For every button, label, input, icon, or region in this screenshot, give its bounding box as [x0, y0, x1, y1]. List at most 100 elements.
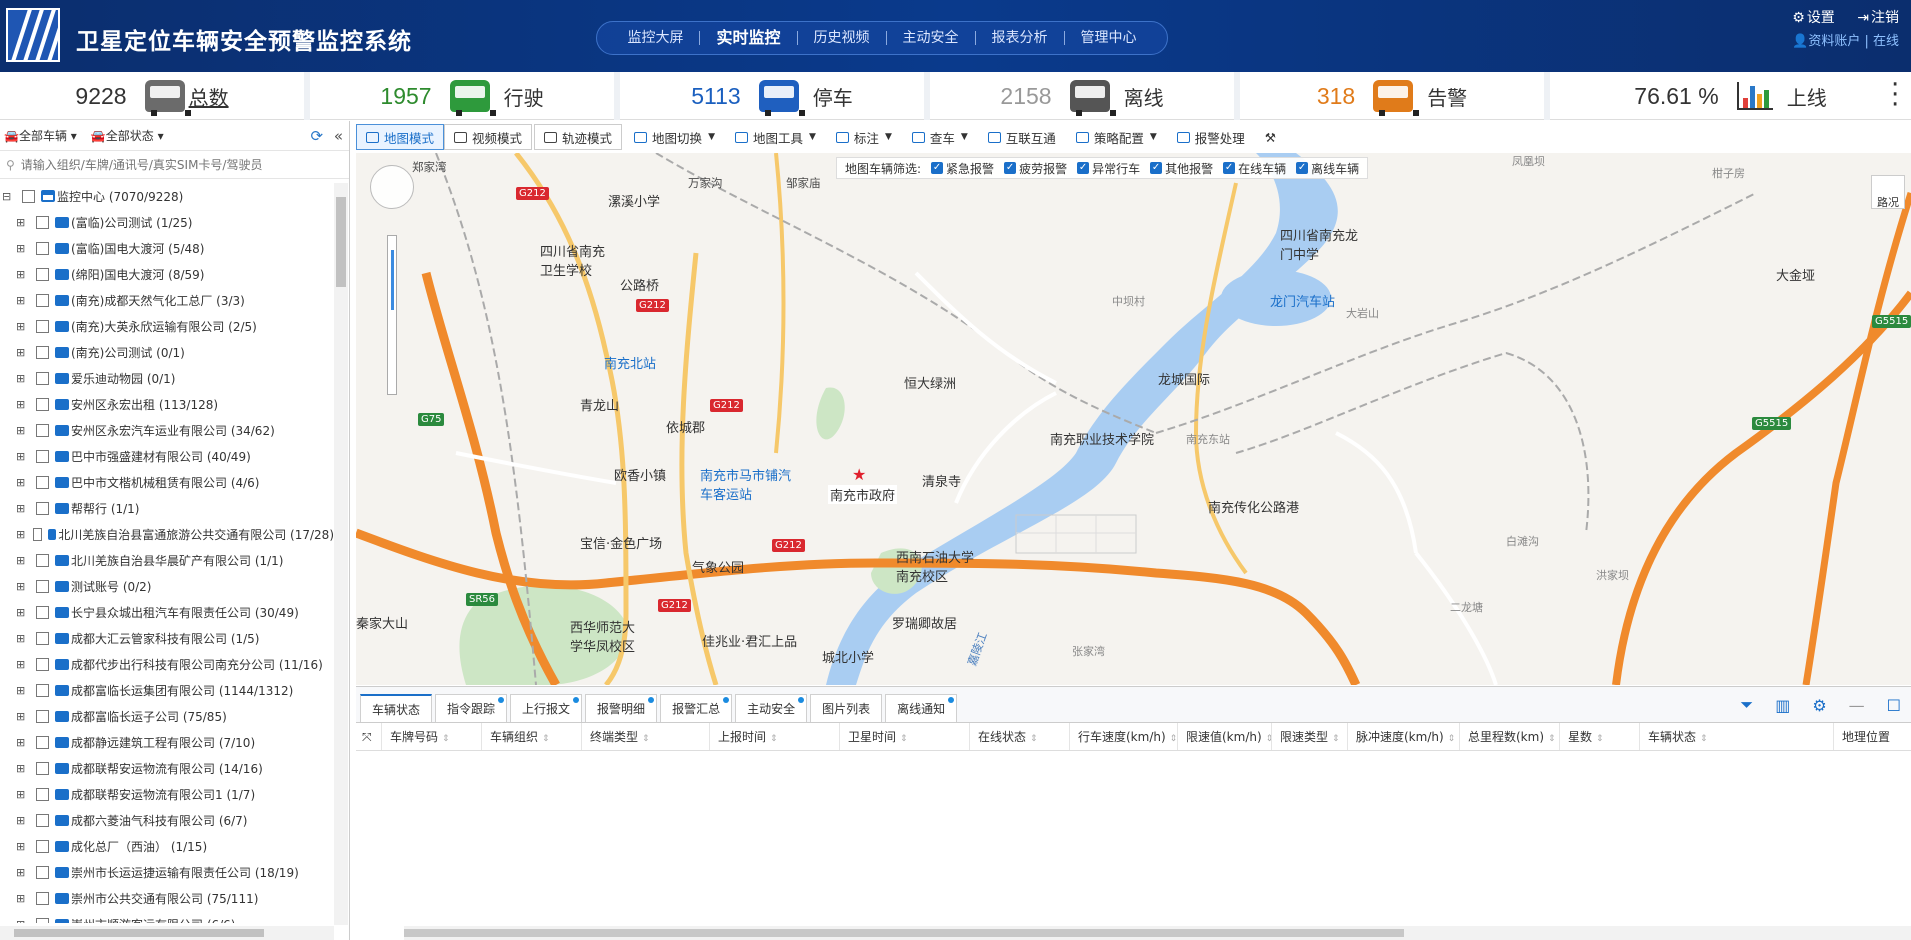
expand-icon[interactable]: ⊞ [16, 606, 28, 619]
tree-node-checkbox[interactable] [36, 839, 49, 853]
minimize-icon[interactable]: — [1849, 696, 1865, 715]
stat-total[interactable]: 9228 总数 [0, 72, 310, 120]
tree-node[interactable]: ⊞ (绵阳)国电大渡河 (8/59) [0, 261, 334, 287]
tree-node-checkbox[interactable] [36, 267, 49, 281]
tree-node-checkbox[interactable] [36, 501, 49, 515]
tree-node-checkbox[interactable] [36, 657, 49, 671]
tree-node[interactable]: ⊞ (南充)成都天然气化工总厂 (3/3) [0, 287, 334, 313]
tree-node[interactable]: ⊞ (南充)大英永欣运输有限公司 (2/5) [0, 313, 334, 339]
column-mileage[interactable]: 总里程数(km) ⇕ [1460, 723, 1560, 750]
expand-icon[interactable]: ⊞ [16, 502, 28, 515]
refresh-icon[interactable]: ⟳ [310, 127, 323, 145]
expand-icon[interactable]: ⊞ [16, 216, 28, 229]
expand-icon[interactable]: ⊞ [16, 762, 28, 775]
tree-node-checkbox[interactable] [36, 371, 49, 385]
tree-node[interactable]: ⊞ (富临)国电大渡河 (5/48) [0, 235, 334, 261]
expand-icon[interactable]: ⊞ [16, 892, 28, 905]
zoom-slider[interactable] [387, 235, 397, 395]
nav-management[interactable]: 管理中心 [1065, 31, 1153, 45]
tree-node[interactable]: ⊞ 成都大汇云管家科技有限公司 (1/5) [0, 625, 334, 651]
tree-node[interactable]: ⊞ 成都联帮安运物流有限公司1 (1/7) [0, 781, 334, 807]
collapse-panel-icon[interactable]: « [334, 127, 343, 145]
column-terminal-type[interactable]: 终端类型 ⇕ [582, 723, 710, 750]
expand-icon[interactable]: ⊞ [16, 268, 28, 281]
expand-icon[interactable]: ⊞ [16, 476, 28, 489]
tree-root-node[interactable]: ⊟ 监控中心 (7070/9228) [0, 183, 334, 209]
tree-node[interactable]: ⊞ 巴中市强盛建材有限公司 (40/49) [0, 443, 334, 469]
road-condition-button[interactable]: 路况 [1871, 175, 1905, 209]
tree-node[interactable]: ⊞ 测试账号 (0/2) [0, 573, 334, 599]
status-filter-dropdown[interactable]: 🚘全部状态 ▾ [91, 127, 164, 144]
expand-icon[interactable]: ⊞ [16, 398, 28, 411]
filter-fatigue-alarm[interactable]: ✓ 疲劳报警 [1004, 160, 1067, 177]
columns-icon[interactable]: ▥ [1775, 696, 1790, 715]
column-limit-type[interactable]: 限速类型 ⇕ [1272, 723, 1348, 750]
tab-alarm-summary[interactable]: 报警汇总 [660, 694, 733, 722]
map-switch-dropdown[interactable]: 地图切换 ▼ [624, 124, 725, 150]
column-org[interactable]: 车辆组织 ⇕ [482, 723, 582, 750]
vehicle-filter-dropdown[interactable]: 🚘全部车辆 ▾ [4, 127, 77, 144]
expand-icon[interactable]: ⊞ [16, 736, 28, 749]
expand-icon[interactable]: ⊞ [16, 372, 28, 385]
expand-icon[interactable]: ⊞ [16, 918, 28, 924]
tree-node[interactable]: ⊞ 北川羌族自治县富通旅游公共交通有限公司 (17/28) [0, 521, 334, 547]
filter-abnormal-driving[interactable]: ✓ 异常行车 [1077, 160, 1140, 177]
tree-node-checkbox[interactable] [36, 761, 49, 775]
tree-node[interactable]: ⊞ 安州区永宏汽车运业有限公司 (34/62) [0, 417, 334, 443]
column-vehicle-status[interactable]: 车辆状态 ⇕ [1640, 723, 1834, 750]
tree-vertical-scrollbar[interactable] [334, 183, 348, 925]
alarm-handle-button[interactable]: 报警处理 [1167, 124, 1255, 150]
column-location[interactable]: 地理位置 [1834, 723, 1911, 750]
tree-search-input[interactable] [20, 157, 321, 172]
expand-icon[interactable]: ⊞ [16, 684, 28, 697]
column-speed[interactable]: 行车速度(km/h) ⇕ [1070, 723, 1178, 750]
tree-node[interactable]: ⊞ 成都富临长运子公司 (75/85) [0, 703, 334, 729]
more-menu-icon[interactable]: · · · [1891, 72, 1899, 118]
map-mode-button[interactable]: 地图模式 [356, 124, 445, 150]
tree-node-checkbox[interactable] [36, 683, 49, 697]
gear-icon[interactable]: ⚙ [1812, 696, 1826, 715]
scrollbar-thumb[interactable] [14, 929, 264, 937]
tree-node[interactable]: ⊞ 成都六菱油气科技有限公司 (6/7) [0, 807, 334, 833]
tab-uplink-messages[interactable]: 上行报文 [510, 694, 583, 722]
tree-node-checkbox[interactable] [36, 475, 49, 489]
tree-node-checkbox[interactable] [36, 345, 49, 359]
tab-image-list[interactable]: 图片列表 [810, 694, 883, 722]
tree-node-checkbox[interactable] [36, 215, 49, 229]
tree-node[interactable]: ⊞ 成都静远建筑工程有限公司 (7/10) [0, 729, 334, 755]
tree-node[interactable]: ⊞ 成都富临长运集团有限公司 (1144/1312) [0, 677, 334, 703]
tree-horizontal-scrollbar[interactable] [0, 926, 334, 940]
filter-online-vehicles[interactable]: ✓ 在线车辆 [1223, 160, 1286, 177]
expand-icon[interactable]: ⊞ [16, 450, 28, 463]
map-canvas[interactable]: 地图车辆筛选: ✓ 紧急报警 ✓ 疲劳报警 ✓ 异常行车 ✓ 其他报警 ✓ 在线车辆 ✓ 离… [356, 153, 1911, 685]
tree-node[interactable]: ⊞ 安州区永宏出租 (113/128) [0, 391, 334, 417]
tree-node[interactable]: ⊞ (富临)公司测试 (1/25) [0, 209, 334, 235]
stat-offline[interactable]: 2158 离线 [930, 72, 1240, 120]
column-satellites[interactable]: 星数 ⇕ [1560, 723, 1640, 750]
expand-icon[interactable]: ⊞ [16, 554, 28, 567]
extra-tool-button[interactable]: ⚒ [1255, 124, 1286, 150]
stat-alarm[interactable]: 318 告警 [1240, 72, 1550, 120]
tree-node[interactable]: ⊞ 成都代步出行科技有限公司南充分公司 (11/16) [0, 651, 334, 677]
tree-node[interactable]: ⊞ 崇州市长运运捷运输有限责任公司 (18/19) [0, 859, 334, 885]
track-mode-button[interactable]: 轨迹模式 [534, 124, 623, 150]
nav-realtime-monitor[interactable]: 实时监控 [700, 30, 798, 46]
tree-node[interactable]: ⊞ 帮帮行 (1/1) [0, 495, 334, 521]
tree-node-checkbox[interactable] [33, 527, 42, 541]
tree-node-checkbox[interactable] [36, 865, 49, 879]
find-vehicle-dropdown[interactable]: 查车 ▼ [902, 124, 978, 150]
tab-alarm-details[interactable]: 报警明细 [585, 694, 658, 722]
expand-icon[interactable]: ⊞ [16, 242, 28, 255]
tree-node[interactable]: ⊞ 巴中市文楷机械租赁有限公司 (4/6) [0, 469, 334, 495]
stat-parked[interactable]: 5113 停车 [620, 72, 930, 120]
tree-node-checkbox[interactable] [22, 189, 35, 203]
tree-node-checkbox[interactable] [36, 423, 49, 437]
expand-icon[interactable]: ⊞ [16, 424, 28, 437]
expand-icon[interactable]: ⊞ [16, 580, 28, 593]
map-tools-dropdown[interactable]: 地图工具 ▼ [725, 124, 826, 150]
tree-node-checkbox[interactable] [36, 397, 49, 411]
expand-icon[interactable]: ⊞ [16, 346, 28, 359]
expand-icon[interactable]: ⊞ [16, 528, 25, 541]
column-online-status[interactable]: 在线状态 ⇕ [970, 723, 1070, 750]
tree-node-checkbox[interactable] [36, 891, 49, 905]
